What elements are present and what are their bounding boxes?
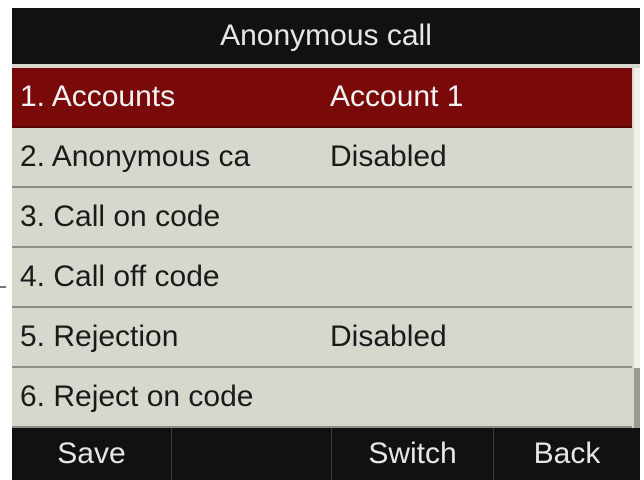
list-item-label: 1. Accounts	[20, 80, 176, 113]
list-item-accounts[interactable]: 1. Accounts Account 1	[12, 68, 632, 128]
list-item-label: 6. Reject on code	[20, 380, 254, 413]
list-item-label: 2. Anonymous ca	[20, 140, 251, 173]
list-item-value: Disabled	[330, 140, 447, 173]
list-scrollbar[interactable]	[634, 68, 640, 428]
list-item-value: Account 1	[330, 80, 464, 113]
list-item-reject-on-code[interactable]: 6. Reject on code	[12, 368, 632, 428]
scrollbar-thumb[interactable]	[634, 68, 640, 368]
settings-list: 1. Accounts Account 1 2. Anonymous ca Di…	[12, 68, 632, 428]
phone-screen: Anonymous call 1. Accounts Account 1 2. …	[12, 8, 640, 480]
title-bar: Anonymous call	[12, 8, 640, 64]
switch-softkey[interactable]: Switch	[332, 428, 494, 480]
list-item-call-on-code[interactable]: 3. Call on code	[12, 188, 632, 248]
list-item-rejection[interactable]: 5. Rejection Disabled	[12, 308, 632, 368]
list-item-label: 4. Call off code	[20, 260, 220, 293]
page-title: Anonymous call	[220, 19, 432, 52]
list-item-label: 3. Call on code	[20, 200, 221, 233]
empty-softkey[interactable]	[172, 428, 332, 480]
save-softkey[interactable]: Save	[12, 428, 172, 480]
back-softkey[interactable]: Back	[494, 428, 640, 480]
list-item-call-off-code[interactable]: 4. Call off code	[12, 248, 632, 308]
edge-tick	[0, 286, 6, 288]
softkey-bar: Save Switch Back	[12, 428, 640, 480]
list-item-value: Disabled	[330, 320, 447, 353]
list-item-anonymous-call[interactable]: 2. Anonymous ca Disabled	[12, 128, 632, 188]
list-item-label: 5. Rejection	[20, 320, 179, 353]
